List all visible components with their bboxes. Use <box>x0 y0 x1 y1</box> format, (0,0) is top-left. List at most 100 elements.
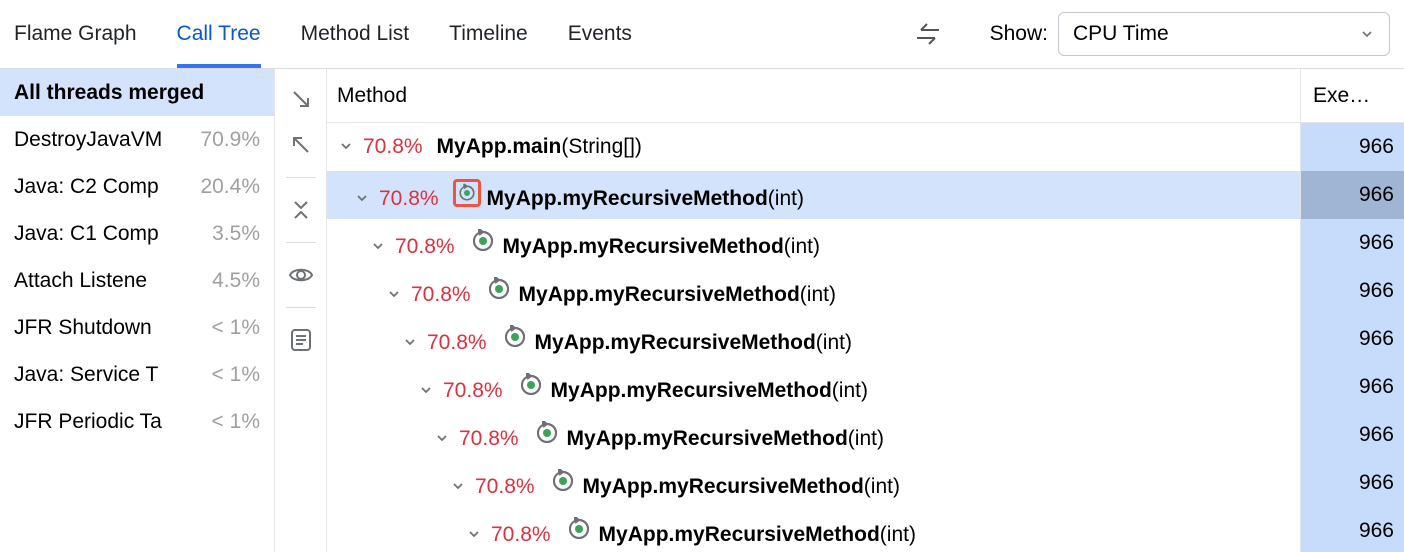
method-signature: (int) <box>768 187 804 210</box>
tree-panel: Method Exe… 70.8% MyApp.main(String[]) 966… <box>327 69 1404 552</box>
disclosure-chevron-icon[interactable] <box>415 379 437 401</box>
exec-cell: 966 <box>1300 459 1404 507</box>
disclosure-chevron-icon[interactable] <box>367 235 389 257</box>
disclosure-chevron-icon[interactable] <box>463 523 485 545</box>
exec-value: 966 <box>1359 423 1394 447</box>
details-button[interactable] <box>283 322 319 358</box>
method-signature: (String[]) <box>561 135 642 158</box>
tree-row[interactable]: 70.8% MyApp.myRecursiveMethod(int) 966 <box>327 363 1404 411</box>
collapse-all-icon <box>290 199 312 221</box>
thread-row[interactable]: JFR Shutdown< 1% <box>0 304 274 351</box>
main: All threads merged DestroyJavaVM70.9%Jav… <box>0 69 1404 552</box>
thread-name: Java: Service T <box>14 363 158 387</box>
percent: 70.8% <box>443 379 503 402</box>
exec-value: 966 <box>1359 183 1394 207</box>
exec-cell: 966 <box>1300 219 1404 267</box>
percent: 70.8% <box>395 235 455 258</box>
expand-down-button[interactable] <box>283 81 319 117</box>
details-icon <box>290 328 312 352</box>
tree-header: Method Exe… <box>327 69 1404 123</box>
show-select[interactable]: CPU Time <box>1058 12 1390 56</box>
column-exec-header[interactable]: Exe… <box>1300 69 1404 122</box>
tab-method-list[interactable]: Method List <box>301 0 410 68</box>
disclosure-chevron-icon[interactable] <box>383 283 405 305</box>
tab-call-tree[interactable]: Call Tree <box>177 0 261 68</box>
disclosure-chevron-icon[interactable] <box>335 135 357 157</box>
method-name: MyApp.myRecursiveMethod <box>535 331 816 354</box>
tree-row[interactable]: 70.8%MyApp.myRecursiveMethod(int) 966 <box>327 171 1404 219</box>
exec-cell: 966 <box>1300 507 1404 552</box>
thread-row[interactable]: Java: Service T< 1% <box>0 351 274 398</box>
method-cell: 70.8%MyApp.myRecursiveMethod(int) <box>327 515 1300 547</box>
column-method-header[interactable]: Method <box>327 84 1300 108</box>
thread-row[interactable]: Java: C2 Comp20.4% <box>0 163 274 210</box>
view-tabs: Flame Graph Call Tree Method List Timeline E… <box>14 0 632 68</box>
thread-pct: 3.5% <box>206 222 260 246</box>
thread-row[interactable]: Java: C1 Comp3.5% <box>0 210 274 257</box>
tree-row[interactable]: 70.8%MyApp.myRecursiveMethod(int)966 <box>327 459 1404 507</box>
method-signature: (int) <box>864 475 900 498</box>
show-label: Show: <box>990 22 1048 46</box>
method-cell: 70.8%MyApp.myRecursiveMethod(int) <box>327 275 1300 307</box>
recursive-icon <box>549 467 577 495</box>
tree-row[interactable]: 70.8%MyApp.main(String[])966 <box>327 123 1404 171</box>
thread-row[interactable]: Attach Listene4.5% <box>0 257 274 304</box>
percent: 70.8% <box>363 135 423 158</box>
tree-row[interactable]: 70.8%MyApp.myRecursiveMethod(int) 966 <box>327 219 1404 267</box>
tab-flame-graph[interactable]: Flame Graph <box>14 0 137 68</box>
collapse-all-button[interactable] <box>283 192 319 228</box>
exec-value: 966 <box>1359 279 1394 303</box>
method-cell: 70.8%MyApp.myRecursiveMethod(int) <box>327 227 1300 259</box>
recursive-icon <box>565 515 593 543</box>
exec-cell: 966 <box>1300 363 1404 411</box>
method-cell: 70.8% MyApp.myRecursiveMethod(int) <box>327 371 1300 403</box>
recursive-icon <box>485 275 513 303</box>
tree-body: 70.8% MyApp.main(String[]) 966 70.8% MyApp.m… <box>327 123 1404 552</box>
chevron-down-icon <box>1359 26 1375 42</box>
tree-row[interactable]: 70.8%MyApp.myRecursiveMethod(int)966 <box>327 507 1404 552</box>
exec-value: 966 <box>1359 471 1394 495</box>
collapse-up-button[interactable] <box>283 127 319 163</box>
show-value: CPU Time <box>1073 22 1169 46</box>
percent: 70.8% <box>459 427 519 450</box>
swap-icon <box>913 22 943 46</box>
action-strip <box>275 69 327 552</box>
thread-row[interactable]: JFR Periodic Ta< 1% <box>0 398 274 445</box>
recursive-icon <box>453 179 481 207</box>
method-signature: (int) <box>832 379 868 402</box>
percent: 70.8% <box>379 187 439 210</box>
disclosure-chevron-icon[interactable] <box>431 427 453 449</box>
exec-value: 966 <box>1359 231 1394 255</box>
method-signature: (int) <box>848 427 884 450</box>
thread-pct: 20.4% <box>194 175 260 199</box>
method-name: MyApp.myRecursiveMethod <box>551 379 832 402</box>
threads-header[interactable]: All threads merged <box>0 69 274 116</box>
arrow-up-left-icon <box>290 134 312 156</box>
recursive-icon <box>517 371 545 399</box>
method-cell: 70.8%MyApp.myRecursiveMethod(int) <box>327 179 1300 211</box>
thread-pct: 4.5% <box>206 269 260 293</box>
tree-row[interactable]: 70.8%MyApp.myRecursiveMethod(int) 966 <box>327 411 1404 459</box>
threads-sidebar: All threads merged DestroyJavaVM70.9%Jav… <box>0 69 275 552</box>
method-name: MyApp.main <box>437 135 562 158</box>
thread-row[interactable]: DestroyJavaVM70.9% <box>0 116 274 163</box>
profiler-toolbar: Flame Graph Call Tree Method List Timeline E… <box>0 0 1404 69</box>
thread-name: JFR Periodic Ta <box>14 410 162 434</box>
tab-timeline[interactable]: Timeline <box>449 0 528 68</box>
tab-events[interactable]: Events <box>568 0 632 68</box>
divider <box>286 242 316 243</box>
disclosure-chevron-icon[interactable] <box>447 475 469 497</box>
disclosure-chevron-icon[interactable] <box>399 331 421 353</box>
focus-button[interactable] <box>283 257 319 293</box>
tree-row[interactable]: 70.8%MyApp.myRecursiveMethod(int) 966 <box>327 267 1404 315</box>
thread-name: JFR Shutdown <box>14 316 152 340</box>
disclosure-chevron-icon[interactable] <box>351 187 373 209</box>
exec-cell: 966 <box>1300 267 1404 315</box>
swap-threads-button[interactable] <box>906 12 950 56</box>
method-signature: (int) <box>816 331 852 354</box>
method-cell: 70.8%MyApp.myRecursiveMethod(int) <box>327 419 1300 451</box>
method-name: MyApp.myRecursiveMethod <box>519 283 800 306</box>
exec-value: 966 <box>1359 375 1394 399</box>
method-cell: 70.8% MyApp.main(String[]) <box>327 135 1300 159</box>
tree-row[interactable]: 70.8%MyApp.myRecursiveMethod(int)966 <box>327 315 1404 363</box>
